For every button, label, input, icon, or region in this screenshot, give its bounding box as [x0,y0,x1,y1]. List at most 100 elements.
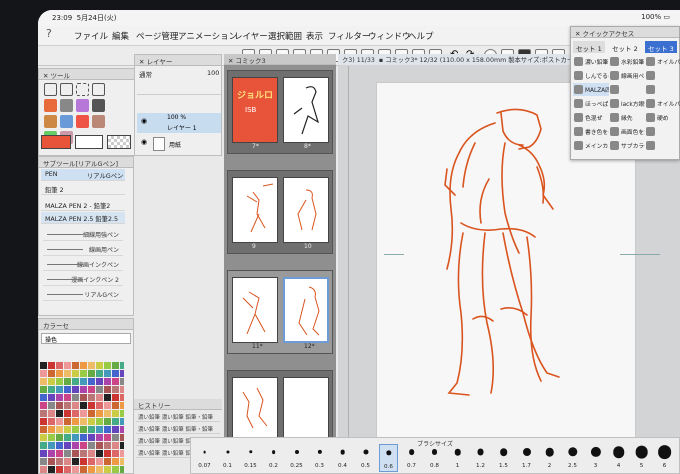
color-swatch[interactable] [72,362,79,369]
stroke-item[interactable]: 線画用ペン [43,242,123,256]
brush-size-option[interactable]: 0.5 [356,444,375,472]
color-swatch[interactable] [104,378,111,385]
color-swatch[interactable] [48,426,55,433]
color-swatch[interactable] [88,378,95,385]
color-swatch[interactable] [120,466,124,473]
color-swatch[interactable] [88,418,95,425]
menu-window[interactable]: ウィンドウ [368,30,411,42]
color-swatch[interactable] [56,434,63,441]
color-swatch[interactable] [80,370,87,377]
color-swatch[interactable] [104,434,111,441]
color-swatch[interactable] [72,370,79,377]
brush-size-option[interactable]: 1 [448,444,467,472]
subtool-tab-realg[interactable]: リアルGペン [83,169,127,181]
brush-size-option[interactable]: 5 [632,444,651,472]
quick-access-item[interactable]: オイルパ [645,97,680,110]
color-swatch[interactable] [112,450,119,457]
color-swatch[interactable] [40,370,47,377]
color-swatch[interactable] [72,386,79,393]
brush-size-option[interactable]: 0.3 [310,444,329,472]
color-swatch[interactable] [112,362,119,369]
color-swatch[interactable] [72,434,79,441]
subtool-item-malza2[interactable]: MALZA PEN 2 - 鉛筆2 [41,199,125,211]
brush-size-option[interactable]: 0.2 [264,444,283,472]
color-swatch[interactable] [40,394,47,401]
history-row[interactable]: 濃い鉛筆 濃い鉛筆 鉛筆・鉛筆 [136,423,220,434]
color-swatch[interactable] [48,442,55,449]
color-swatch[interactable] [48,466,55,473]
color-swatch[interactable] [40,450,47,457]
quick-access-item[interactable]: 濃い鉛筆 [573,55,609,68]
color-swatch[interactable] [56,450,63,457]
layer-row-1[interactable]: ◉ 100 % レイヤー 1 [137,113,221,133]
color-swatch[interactable] [80,394,87,401]
color-swatch[interactable] [88,370,95,377]
pencil-tool-icon[interactable] [60,99,73,112]
color-swatch[interactable] [80,466,87,473]
menu-page[interactable]: ページ管理 [136,30,178,42]
color-swatch[interactable] [48,386,55,393]
quick-tab-set1[interactable]: セット 1 [573,41,605,53]
color-swatch[interactable] [104,370,111,377]
color-swatch[interactable] [80,442,87,449]
brush-size-option[interactable]: 3 [586,444,605,472]
color-swatch[interactable] [120,386,124,393]
color-swatch[interactable] [48,378,55,385]
color-swatch[interactable] [120,426,124,433]
color-swatch[interactable] [96,402,103,409]
move-tool-icon[interactable] [44,83,57,96]
color-swatch[interactable] [104,362,111,369]
page-thumb-12[interactable] [283,277,329,343]
color-swatch[interactable] [120,410,124,417]
quick-access-item[interactable] [645,139,680,152]
color-swatch[interactable] [40,362,47,369]
text-tool-icon[interactable] [76,115,89,128]
brush-size-option[interactable]: 1.5 [494,444,513,472]
page-thumb-8[interactable] [283,77,329,143]
color-swatch[interactable] [40,378,47,385]
quick-access-item[interactable]: lack方眼筆 [609,97,645,110]
color-swatch[interactable] [40,458,47,465]
color-swatch[interactable] [96,458,103,465]
color-swatch[interactable] [88,450,95,457]
color-swatch[interactable] [120,442,124,449]
app-logo-icon[interactable]: ? [46,27,52,40]
color-swatch[interactable] [112,466,119,473]
color-swatch[interactable] [80,386,87,393]
color-swatch[interactable] [48,418,55,425]
color-swatch[interactable] [48,362,55,369]
color-swatch[interactable] [64,442,71,449]
color-swatch[interactable] [88,466,95,473]
page-thumb-13[interactable] [232,377,278,443]
color-swatch[interactable] [104,442,111,449]
color-swatch[interactable] [96,378,103,385]
page-spread-9-10[interactable]: 9 10 [227,170,333,254]
color-swatch[interactable] [64,362,71,369]
quick-access-item[interactable]: 硬め [645,111,680,124]
color-swatch[interactable] [48,450,55,457]
pen-tool-icon[interactable] [44,99,57,112]
brush-size-option[interactable]: 0.4 [333,444,352,472]
quick-access-item[interactable]: 書き色を引 [573,125,609,138]
color-swatch[interactable] [72,378,79,385]
color-swatch[interactable] [56,458,63,465]
color-swatch[interactable] [64,458,71,465]
color-swatch[interactable] [88,402,95,409]
brush-size-option[interactable]: 1.7 [517,444,536,472]
brush-size-option[interactable]: 2 [540,444,559,472]
quick-access-item[interactable] [645,83,680,96]
quick-access-item[interactable]: 線画用ペン [609,69,645,82]
brush-size-option[interactable]: 0.6 [379,444,398,472]
color-swatch[interactable] [72,394,79,401]
transparent-swatch[interactable] [107,135,131,149]
menu-view[interactable]: 表示 [306,30,323,42]
color-swatch[interactable] [48,458,55,465]
color-swatch[interactable] [120,434,124,441]
color-swatch[interactable] [96,426,103,433]
color-swatch[interactable] [120,418,124,425]
menu-layer[interactable]: レイヤー [234,30,268,42]
shape-tool-icon[interactable] [92,115,105,128]
subtool-extra[interactable]: 鉛筆 2 [41,183,125,195]
menu-edit[interactable]: 編集 [112,30,129,42]
color-swatch[interactable] [112,386,119,393]
